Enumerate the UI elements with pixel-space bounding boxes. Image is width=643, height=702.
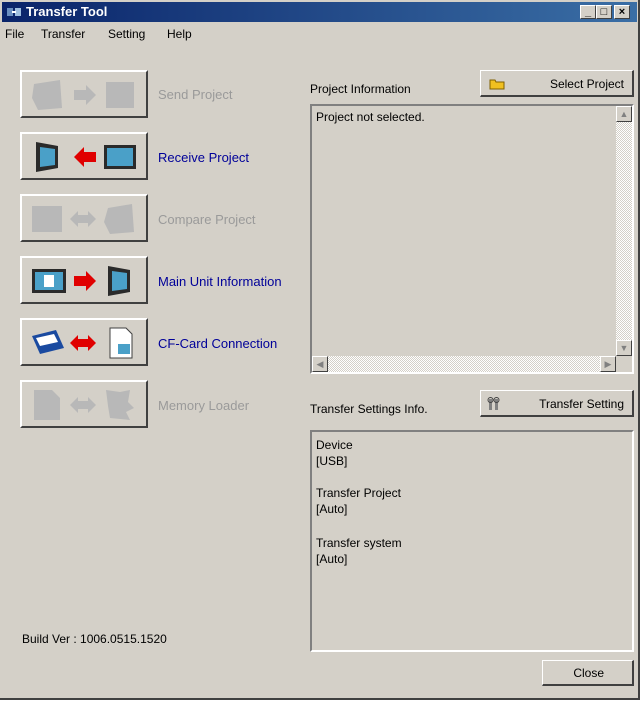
minimize-button[interactable]: _ [580,5,596,19]
scroll-left-arrow-icon[interactable]: ◀ [312,356,328,372]
cf-card-icon [32,327,133,359]
compare-project-label[interactable]: Compare Project [158,212,256,227]
receive-project-icon [36,142,136,172]
transfer-project-label: Transfer Project [316,486,401,500]
memory-loader-label[interactable]: Memory Loader [158,398,249,413]
folder-icon [489,79,505,90]
close-button[interactable]: Close [542,660,634,686]
main-unit-information-button[interactable] [20,256,148,304]
maximize-button[interactable]: □ [596,5,612,19]
transfer-project-value: [Auto] [316,502,348,516]
transfer-tool-window: Transfer Tool _ □ × File Transfer Settin… [0,0,640,700]
cf-card-connection-button[interactable] [20,318,148,366]
send-project-label[interactable]: Send Project [158,87,232,102]
horizontal-scrollbar[interactable]: ◀ ▶ [312,356,616,372]
device-value: [USB] [316,454,348,468]
project-information-panel[interactable]: Project not selected. ▲ ▼ ◀ ▶ [310,104,634,374]
title-bar[interactable]: Transfer Tool _ □ × [2,2,637,22]
window-title: Transfer Tool [26,4,108,19]
scroll-corner [616,356,632,372]
main-unit-information-label[interactable]: Main Unit Information [158,274,282,289]
compare-project-icon [32,204,134,234]
transfer-system-label: Transfer system [316,536,402,550]
send-project-icon [32,80,134,110]
device-label: Device [316,438,353,452]
close-button-label: Close [573,666,604,680]
transfer-setting-label: Transfer Setting [539,397,624,411]
scroll-up-arrow-icon[interactable]: ▲ [616,106,632,122]
compare-project-button[interactable] [20,194,148,242]
menu-setting[interactable]: Setting [108,27,145,41]
select-project-label: Select Project [549,77,624,91]
scroll-right-arrow-icon[interactable]: ▶ [600,356,616,372]
build-version: Build Ver : 1006.0515.1520 [22,632,167,646]
project-information-label: Project Information [310,82,411,96]
transfer-settings-panel: Device [USB] Transfer Project [Auto] Tra… [310,430,634,652]
menu-file[interactable]: File [5,27,24,41]
project-status-text: Project not selected. [316,110,425,124]
main-unit-information-icon [32,266,130,296]
menu-transfer[interactable]: Transfer [41,27,85,41]
receive-project-label[interactable]: Receive Project [158,150,249,165]
scroll-down-arrow-icon[interactable]: ▼ [616,340,632,356]
select-project-button[interactable]: Select Project [480,70,634,97]
transfer-system-value: [Auto] [316,552,348,566]
send-project-button[interactable] [20,70,148,118]
cf-card-connection-label[interactable]: CF-Card Connection [158,336,277,351]
receive-project-button[interactable] [20,132,148,180]
close-window-button[interactable]: × [614,5,630,19]
tools-icon [487,397,500,410]
transfer-settings-label: Transfer Settings Info. [310,402,428,416]
memory-loader-button[interactable] [20,380,148,428]
menu-help[interactable]: Help [167,27,192,41]
transfer-setting-button[interactable]: Transfer Setting [480,390,634,417]
vertical-scrollbar[interactable]: ▲ ▼ [616,106,632,356]
app-icon [7,8,21,16]
memory-loader-icon [34,390,134,420]
